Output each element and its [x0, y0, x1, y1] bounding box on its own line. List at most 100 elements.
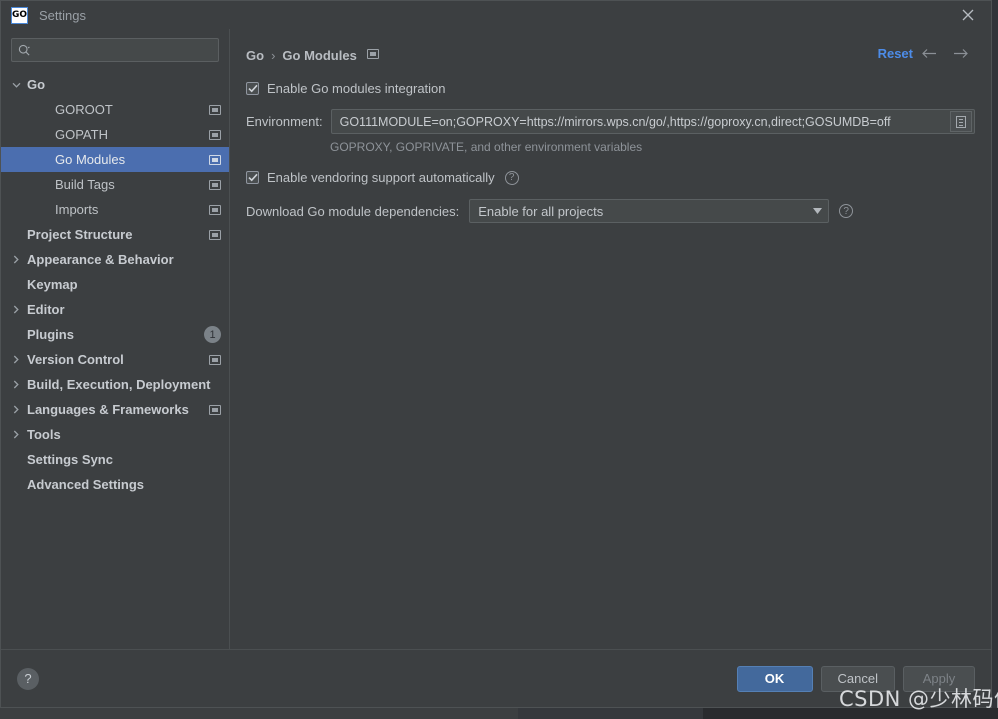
search-icon — [18, 44, 31, 57]
project-settings-icon — [209, 354, 221, 365]
chevron-right-icon[interactable] — [9, 405, 23, 414]
sidebar-item-project-structure[interactable]: Project Structure — [1, 222, 229, 247]
chevron-right-icon[interactable] — [9, 355, 23, 364]
download-dependencies-value: Enable for all projects — [478, 203, 604, 219]
sidebar-item-plugins[interactable]: Plugins 1 — [1, 322, 229, 347]
project-settings-icon — [209, 204, 221, 215]
chevron-down-icon[interactable] — [9, 82, 23, 88]
search-container — [1, 29, 229, 68]
settings-sidebar: Go GOROOT GOPATH Go Modules Build Tags Import… — [1, 29, 230, 649]
dialog-buttons: OK Cancel Apply — [736, 665, 975, 692]
project-settings-icon — [209, 404, 221, 415]
environment-row: Environment: — [246, 109, 975, 134]
sidebar-item-goroot[interactable]: GOROOT — [1, 97, 229, 122]
project-settings-icon — [209, 229, 221, 240]
environment-input[interactable] — [337, 113, 948, 130]
reset-button[interactable]: Reset — [878, 46, 913, 61]
breadcrumb-separator: › — [271, 47, 276, 63]
sidebar-item-label: Languages & Frameworks — [27, 402, 189, 417]
vendoring-label: Enable vendoring support automatically — [267, 170, 495, 185]
desktop-statusbar-left — [0, 708, 518, 719]
chevron-right-icon[interactable] — [9, 430, 23, 439]
vendoring-help-icon[interactable]: ? — [504, 170, 519, 185]
vendoring-checkbox[interactable] — [246, 171, 259, 184]
project-settings-icon — [209, 129, 221, 140]
enable-go-modules-checkbox[interactable] — [246, 81, 259, 95]
chevron-down-icon — [806, 208, 828, 214]
sidebar-item-label: Advanced Settings — [27, 477, 145, 492]
sidebar-item-tools[interactable]: Tools — [1, 422, 229, 447]
download-dependencies-label: Download Go module dependencies: — [246, 203, 460, 219]
download-dependencies-help-icon[interactable]: ? — [839, 204, 854, 218]
sidebar-item-label: Build Tags — [55, 177, 115, 192]
sidebar-item-build-execution-deployment[interactable]: Build, Execution, Deployment — [1, 372, 229, 397]
sidebar-item-version-control[interactable]: Version Control — [1, 347, 229, 372]
sidebar-item-go[interactable]: Go — [1, 72, 229, 97]
project-settings-icon — [209, 154, 221, 165]
title-bar: GO Settings — [1, 1, 991, 29]
dialog-body: Go GOROOT GOPATH Go Modules Build Tags Import… — [1, 29, 991, 649]
sidebar-item-label: Appearance & Behavior — [27, 252, 174, 267]
sidebar-item-gopath[interactable]: GOPATH — [1, 122, 229, 147]
project-settings-icon — [366, 46, 379, 64]
close-icon[interactable] — [945, 1, 991, 29]
download-dependencies-select[interactable]: Enable for all projects — [469, 199, 830, 223]
cancel-button[interactable]: Cancel — [820, 665, 895, 692]
sidebar-item-label: Version Control — [27, 352, 124, 367]
desktop-statusbar-mid — [518, 708, 703, 719]
sidebar-item-label: Go Modules — [55, 152, 126, 167]
plugins-update-badge: 1 — [204, 326, 221, 343]
search-input[interactable] — [35, 42, 212, 58]
settings-tree: Go GOROOT GOPATH Go Modules Build Tags Import… — [1, 68, 229, 649]
breadcrumb-root[interactable]: Go — [246, 48, 264, 63]
chevron-right-icon[interactable] — [9, 255, 23, 264]
download-dependencies-row: Download Go module dependencies: Enable … — [246, 199, 975, 223]
project-settings-icon — [209, 104, 221, 115]
help-button[interactable]: ? — [17, 667, 39, 690]
settings-dialog: GO Settings Go GOROOT GOPATH Go Modules … — [0, 0, 992, 708]
environment-hint: GOPROXY, GOPRIVATE, and other environmen… — [330, 140, 643, 154]
chevron-right-icon[interactable] — [9, 380, 23, 389]
ok-button[interactable]: OK — [736, 665, 813, 692]
sidebar-item-label: Project Structure — [27, 227, 133, 242]
sidebar-item-label: Imports — [55, 202, 99, 217]
arrow-right-icon[interactable] — [945, 43, 977, 63]
arrow-left-icon[interactable] — [913, 43, 945, 63]
sidebar-item-languages-frameworks[interactable]: Languages & Frameworks — [1, 397, 229, 422]
desktop-statusbar-right — [703, 708, 998, 719]
sidebar-item-label: GOPATH — [55, 127, 108, 142]
enable-go-modules-label: Enable Go modules integration — [267, 80, 446, 96]
desktop-right-edge — [992, 0, 998, 708]
sidebar-item-imports[interactable]: Imports — [1, 197, 229, 222]
sidebar-item-label: Go — [27, 77, 46, 92]
sidebar-item-advanced-settings[interactable]: Advanced Settings — [1, 472, 229, 497]
breadcrumb-current: Go Modules — [282, 47, 357, 63]
project-settings-icon — [209, 179, 221, 190]
sidebar-item-label: Tools — [27, 427, 61, 442]
settings-main-pane: Go › Go Modules Reset Enable Go modules … — [230, 29, 991, 649]
sidebar-item-label: GOROOT — [55, 102, 113, 117]
sidebar-item-label: Editor — [27, 302, 65, 317]
apply-button[interactable]: Apply — [903, 665, 975, 692]
environment-label: Environment: — [246, 114, 323, 129]
sidebar-item-label: Build, Execution, Deployment — [27, 377, 211, 392]
sidebar-item-settings-sync[interactable]: Settings Sync — [1, 447, 229, 472]
pane-actions: Reset — [878, 43, 977, 63]
environment-field[interactable] — [330, 109, 975, 134]
sidebar-item-go-modules[interactable]: Go Modules — [1, 147, 229, 172]
enable-go-modules-row: Enable Go modules integration — [246, 77, 975, 99]
go-logo-icon: GO — [11, 6, 28, 24]
dialog-footer: ? OK Cancel Apply — [1, 649, 991, 707]
edit-variables-icon[interactable] — [950, 111, 972, 132]
sidebar-item-label: Settings Sync — [27, 452, 113, 467]
sidebar-item-label: Keymap — [27, 277, 78, 292]
sidebar-item-keymap[interactable]: Keymap — [1, 272, 229, 297]
sidebar-item-build-tags[interactable]: Build Tags — [1, 172, 229, 197]
window-title: Settings — [39, 7, 86, 23]
sidebar-item-appearance-behavior[interactable]: Appearance & Behavior — [1, 247, 229, 272]
sidebar-item-editor[interactable]: Editor — [1, 297, 229, 322]
vendoring-row: Enable vendoring support automatically ? — [246, 170, 975, 185]
chevron-right-icon[interactable] — [9, 305, 23, 314]
search-box[interactable] — [11, 38, 219, 62]
sidebar-item-label: Plugins — [27, 327, 74, 342]
